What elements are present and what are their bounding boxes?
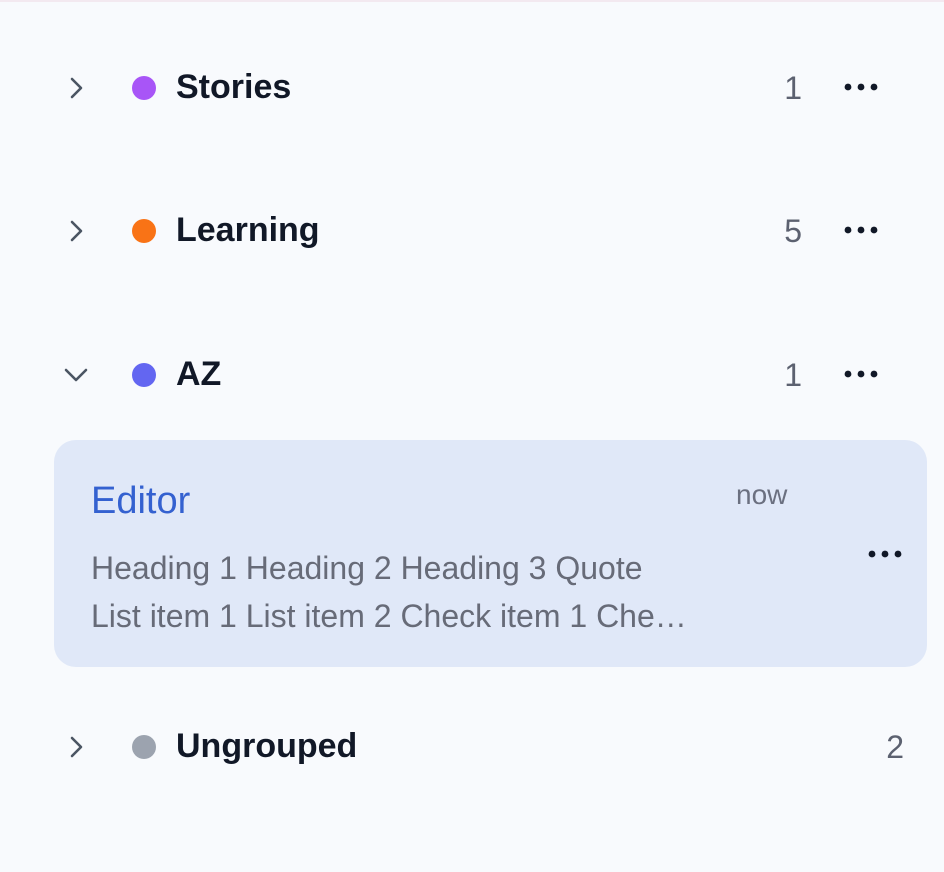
chevron-right-icon[interactable] bbox=[60, 731, 92, 763]
more-horizontal-icon[interactable] bbox=[840, 358, 882, 390]
group-row-ungrouped[interactable]: Ungrouped 2 bbox=[0, 716, 944, 776]
group-count: 2 bbox=[886, 729, 904, 765]
group-name: AZ bbox=[176, 355, 222, 393]
top-divider bbox=[0, 0, 944, 2]
note-preview-line: Heading 1 Heading 2 Heading 3 Quote bbox=[91, 550, 643, 586]
chevron-right-icon[interactable] bbox=[60, 215, 92, 247]
group-row-az[interactable]: AZ 1 bbox=[0, 344, 944, 404]
group-color-dot bbox=[132, 363, 156, 387]
group-count: 1 bbox=[784, 70, 802, 106]
chevron-down-icon[interactable] bbox=[60, 359, 92, 391]
note-timestamp: now bbox=[736, 479, 788, 510]
group-name: Stories bbox=[176, 68, 292, 106]
group-color-dot bbox=[132, 735, 156, 759]
note-preview: Heading 1 Heading 2 Heading 3 Quote List… bbox=[91, 544, 791, 640]
group-row-learning[interactable]: Learning 5 bbox=[0, 200, 944, 260]
group-count: 1 bbox=[784, 357, 802, 393]
group-color-dot bbox=[132, 219, 156, 243]
group-count: 5 bbox=[784, 213, 802, 249]
more-horizontal-icon[interactable] bbox=[840, 214, 882, 246]
note-card-selected[interactable]: Editor now Heading 1 Heading 2 Heading 3… bbox=[54, 440, 927, 667]
note-preview-line: List item 1 List item 2 Check item 1 Che… bbox=[91, 598, 687, 634]
group-row-stories[interactable]: Stories 1 bbox=[0, 57, 944, 117]
more-horizontal-icon[interactable] bbox=[864, 538, 906, 570]
chevron-right-icon[interactable] bbox=[60, 72, 92, 104]
group-color-dot bbox=[132, 76, 156, 100]
note-title: Editor bbox=[91, 480, 191, 522]
more-horizontal-icon[interactable] bbox=[840, 71, 882, 103]
group-name: Ungrouped bbox=[176, 727, 358, 765]
group-name: Learning bbox=[176, 211, 320, 249]
